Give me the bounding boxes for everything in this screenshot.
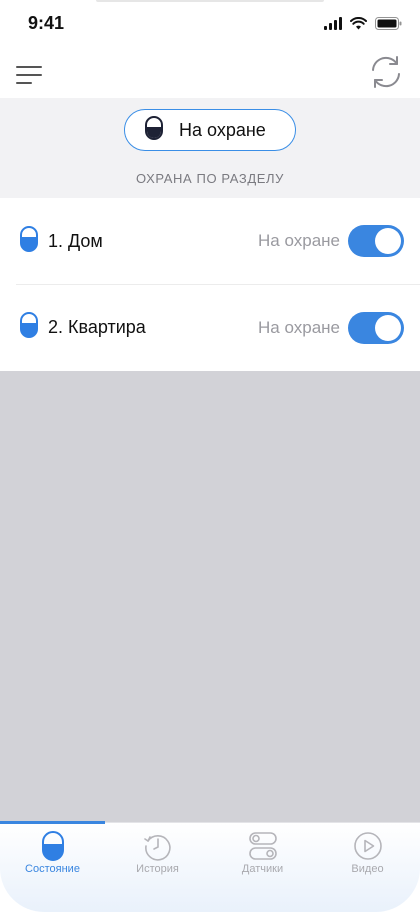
toggle-knob bbox=[375, 314, 401, 341]
play-icon bbox=[351, 829, 385, 863]
section-caption: ОХРАНА ПО РАЗДЕЛУ bbox=[135, 171, 285, 186]
sensors-toggle-icon bbox=[246, 829, 280, 863]
partition-status: На охране bbox=[258, 317, 340, 337]
tab-status[interactable]: Состояние bbox=[0, 823, 105, 912]
armed-summary: На охране ОХРАНА ПО РАЗДЕЛУ bbox=[0, 98, 420, 198]
partition-name: 1. Дом bbox=[48, 230, 103, 251]
phone-screen: 9:41 На охране ОХРАНА ПО РАЗДЕЛУ 1. Дом … bbox=[0, 0, 420, 912]
partition-list: 1. Дом На охране 2. Квартира На охране bbox=[0, 198, 420, 370]
tab-video[interactable]: Видео bbox=[315, 823, 420, 912]
partition-arm-toggle[interactable] bbox=[348, 311, 404, 344]
tab-sensors[interactable]: Датчики bbox=[210, 823, 315, 912]
tab-bar: Состояние История Датчики Видео bbox=[0, 821, 420, 912]
lock-icon bbox=[36, 829, 70, 863]
status-time: 9:41 bbox=[28, 13, 65, 33]
battery-icon bbox=[375, 17, 402, 30]
toggle-knob bbox=[375, 228, 401, 254]
arm-all-label: На охране bbox=[179, 119, 266, 140]
lock-icon bbox=[20, 225, 38, 257]
wifi-icon bbox=[350, 17, 367, 30]
partition-row[interactable]: 1. Дом На охране bbox=[0, 198, 420, 284]
hamburger-menu-icon[interactable] bbox=[14, 64, 44, 86]
partition-name: 2. Квартира bbox=[48, 317, 146, 337]
lock-icon bbox=[145, 115, 163, 145]
partition-status: На охране bbox=[258, 231, 340, 250]
tab-history[interactable]: История bbox=[105, 823, 210, 912]
history-clock-icon bbox=[141, 829, 175, 863]
tab-label: Состояние bbox=[25, 863, 80, 875]
status-bar: 9:41 bbox=[0, 0, 420, 48]
status-icons bbox=[324, 17, 402, 30]
refresh-icon[interactable] bbox=[366, 52, 406, 92]
notch-edge bbox=[96, 0, 324, 2]
lock-icon bbox=[20, 312, 38, 343]
tab-label: Видео bbox=[351, 863, 384, 875]
partition-row[interactable]: 2. Квартира На охране bbox=[16, 284, 420, 370]
empty-content-area bbox=[0, 371, 420, 823]
arm-all-button[interactable]: На охране bbox=[124, 109, 296, 151]
tab-label: История bbox=[136, 863, 179, 875]
partition-arm-toggle[interactable] bbox=[348, 225, 404, 257]
cellular-signal-icon bbox=[324, 17, 342, 30]
app-header bbox=[0, 48, 420, 98]
tab-label: Датчики bbox=[241, 863, 284, 875]
